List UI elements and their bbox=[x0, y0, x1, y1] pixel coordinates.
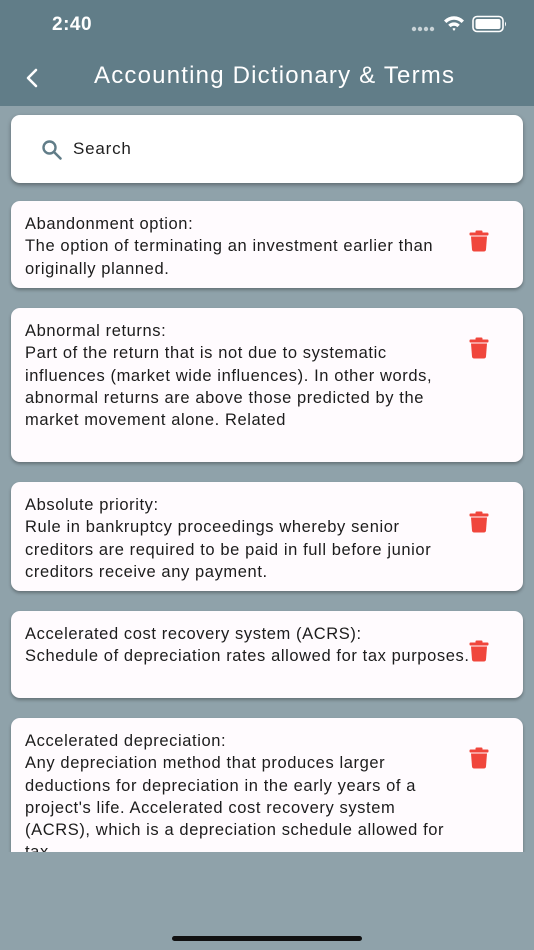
term-definition: Schedule of depreciation rates allowed f… bbox=[25, 647, 470, 666]
nav-bar: Accounting Dictionary & Terms bbox=[0, 50, 534, 106]
cellular-signal-icon bbox=[411, 26, 435, 32]
search-input[interactable] bbox=[73, 129, 503, 169]
trash-icon bbox=[469, 230, 489, 252]
delete-button[interactable] bbox=[465, 334, 493, 362]
back-button[interactable] bbox=[14, 60, 50, 96]
battery-icon bbox=[472, 15, 506, 33]
term-entry: Accelerated cost recovery system (ACRS):… bbox=[25, 623, 495, 668]
term-definition: The option of terminating an investment … bbox=[25, 237, 434, 278]
search-icon bbox=[42, 140, 62, 160]
term-entry: Abandonment option: The option of termin… bbox=[25, 213, 465, 280]
status-time: 2:40 bbox=[52, 14, 93, 35]
delete-button[interactable] bbox=[465, 744, 493, 772]
app-header: 2:40 Accounting Dictionary & Terms bbox=[0, 0, 534, 106]
page-title: Accounting Dictionary & Terms bbox=[94, 62, 456, 89]
trash-icon bbox=[469, 747, 489, 769]
term-entry: Abnormal returns: Part of the return tha… bbox=[25, 320, 465, 431]
term-title: Absolute priority: bbox=[25, 496, 159, 514]
list-item[interactable]: Absolute priority: Rule in bankruptcy pr… bbox=[11, 482, 523, 591]
term-title: Accelerated depreciation: bbox=[25, 732, 227, 750]
delete-button[interactable] bbox=[465, 227, 493, 255]
term-definition: Any depreciation method that produces la… bbox=[25, 754, 445, 852]
trash-icon bbox=[469, 640, 489, 662]
chevron-left-icon bbox=[26, 68, 38, 88]
delete-button[interactable] bbox=[465, 637, 493, 665]
term-entry: Absolute priority: Rule in bankruptcy pr… bbox=[25, 494, 465, 583]
list-item[interactable]: Accelerated cost recovery system (ACRS):… bbox=[11, 611, 523, 698]
home-indicator bbox=[172, 936, 362, 941]
trash-icon bbox=[469, 337, 489, 359]
search-box[interactable] bbox=[11, 115, 523, 183]
status-bar: 2:40 bbox=[0, 0, 534, 48]
delete-button[interactable] bbox=[465, 508, 493, 536]
list-item[interactable]: Accelerated depreciation: Any depreciati… bbox=[11, 718, 523, 852]
term-definition: Part of the return that is not due to sy… bbox=[25, 344, 433, 430]
term-definition: Rule in bankruptcy proceedings whereby s… bbox=[25, 518, 432, 581]
term-entry: Accelerated depreciation: Any depreciati… bbox=[25, 730, 465, 852]
list-item[interactable]: Abnormal returns: Part of the return tha… bbox=[11, 308, 523, 462]
term-title: Accelerated cost recovery system (ACRS): bbox=[25, 625, 362, 643]
term-title: Abnormal returns: bbox=[25, 322, 167, 340]
term-title: Abandonment option: bbox=[25, 215, 194, 233]
trash-icon bbox=[469, 511, 489, 533]
list-item[interactable]: Abandonment option: The option of termin… bbox=[11, 201, 523, 288]
terms-list[interactable]: Abandonment option: The option of termin… bbox=[0, 192, 534, 852]
wifi-icon bbox=[444, 16, 464, 31]
